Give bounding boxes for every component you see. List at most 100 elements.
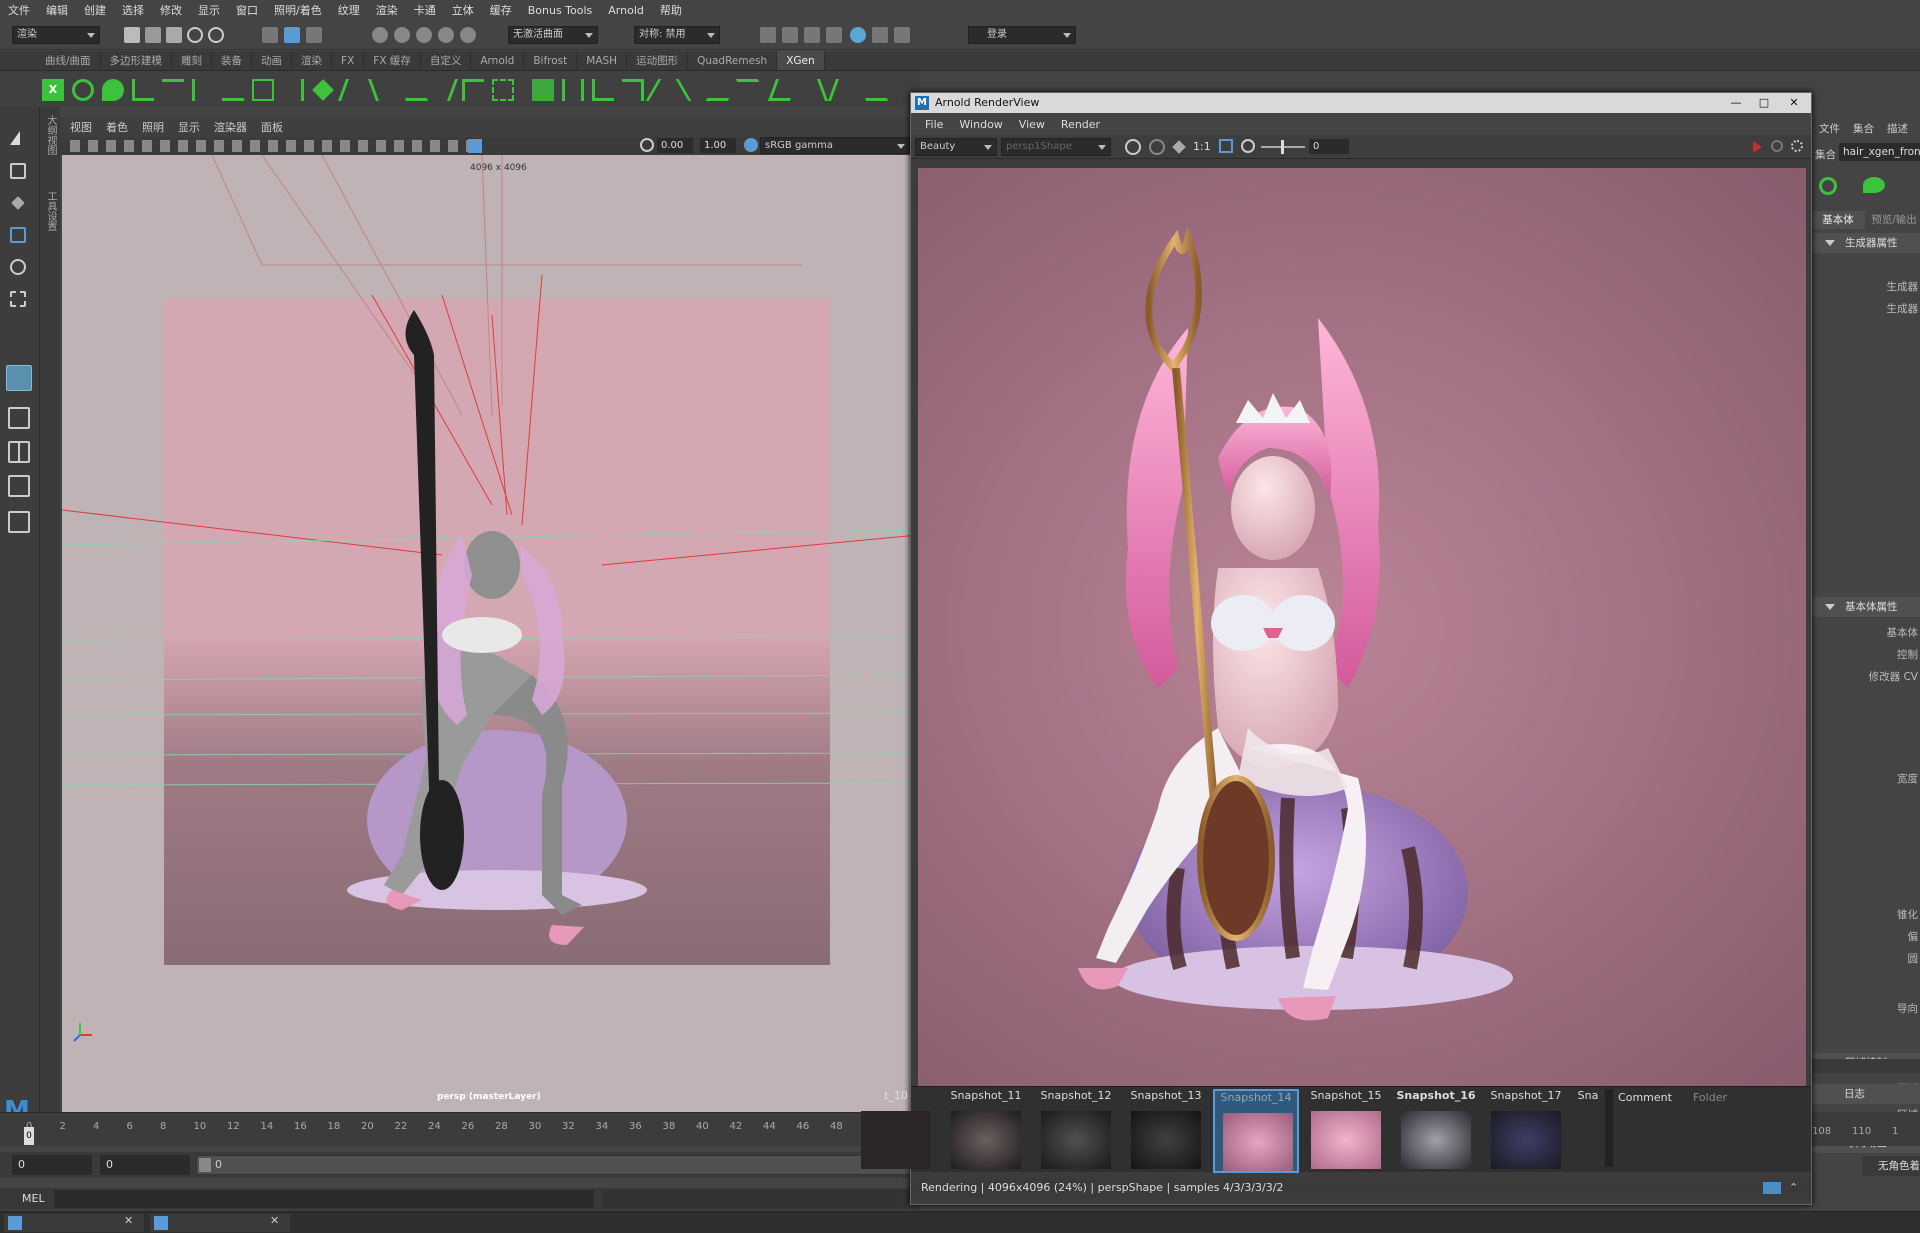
- xgen-density-icon[interactable]: [492, 79, 514, 101]
- rv-menu-view[interactable]: View: [1019, 118, 1045, 131]
- aov-dropdown[interactable]: Beauty: [915, 138, 997, 156]
- shelf-tab-fx[interactable]: FX: [332, 51, 365, 70]
- vp-menu-panels[interactable]: 面板: [261, 119, 283, 135]
- arnold-render-icon[interactable]: [850, 27, 866, 43]
- xgen-smooth-icon[interactable]: [427, 79, 459, 101]
- render-stop-icon[interactable]: [1753, 141, 1762, 153]
- snapshot-item[interactable]: Snapshot_16: [1393, 1089, 1479, 1173]
- split-view-icon[interactable]: [8, 475, 30, 497]
- xgen-tool-icon[interactable]: [6, 365, 32, 391]
- shelf-tab-arnold[interactable]: Arnold: [471, 51, 525, 70]
- vp-menu-renderer[interactable]: 渲染器: [214, 119, 247, 135]
- new-scene-icon[interactable]: [124, 27, 140, 43]
- snapshot-item[interactable]: t_10: [853, 1089, 939, 1173]
- xgen-sweep-icon[interactable]: [857, 79, 889, 101]
- vp-menu-show[interactable]: 显示: [178, 119, 200, 135]
- select-object-icon[interactable]: [284, 27, 300, 43]
- pause-icon[interactable]: [894, 27, 910, 43]
- hypershade-icon[interactable]: [826, 27, 842, 43]
- shelf-tab-animation[interactable]: 动画: [252, 51, 293, 70]
- shelf-tab-rigging[interactable]: 装备: [212, 51, 253, 70]
- redo-icon[interactable]: [208, 27, 224, 43]
- rv-menu-file[interactable]: File: [925, 118, 943, 131]
- snapshot-item[interactable]: Snapshot_11: [943, 1089, 1029, 1173]
- vp-menu-lighting[interactable]: 照明: [142, 119, 164, 135]
- move-tool-icon[interactable]: [10, 227, 26, 243]
- menu-cache[interactable]: 缓存: [490, 2, 512, 18]
- scale-tool-icon[interactable]: [10, 291, 26, 307]
- xgen-mask-icon[interactable]: [735, 79, 771, 101]
- mel-input[interactable]: [54, 1190, 594, 1208]
- rv-menu-render[interactable]: Render: [1061, 118, 1100, 131]
- snapshot-item-selected[interactable]: Snapshot_14: [1213, 1089, 1299, 1173]
- xgen-interp-icon[interactable]: [797, 79, 829, 101]
- menu-help[interactable]: 帮助: [660, 2, 682, 18]
- xgen-part-icon[interactable]: [622, 79, 644, 101]
- menu-modify[interactable]: 修改: [160, 2, 182, 18]
- tab-preview-output[interactable]: 预览/输出: [1867, 211, 1920, 229]
- save-scene-icon[interactable]: [166, 27, 182, 43]
- close-mini-icon[interactable]: ✕: [124, 1214, 133, 1227]
- pin-icon[interactable]: [1172, 140, 1186, 154]
- rv-menu-window[interactable]: Window: [959, 118, 1002, 131]
- menu-set-dropdown[interactable]: 渲染: [12, 26, 100, 44]
- character-set-field[interactable]: 无角色着: [1862, 1156, 1920, 1176]
- camera-dropdown[interactable]: persp1Shape: [1001, 138, 1111, 156]
- settings-gear-icon[interactable]: [1791, 140, 1803, 152]
- preview-eye-icon[interactable]: [1819, 177, 1837, 195]
- lasso-tool-icon[interactable]: [10, 163, 26, 179]
- four-view-icon[interactable]: [8, 441, 30, 463]
- range-handle[interactable]: [199, 1158, 211, 1172]
- snapshot-item[interactable]: Sna: [1573, 1089, 1603, 1173]
- mel-label[interactable]: MEL: [22, 1192, 45, 1205]
- vp-menu-view[interactable]: 视图: [70, 119, 92, 135]
- section-primitive[interactable]: 基本体属性: [1811, 597, 1920, 617]
- gamma-field[interactable]: 1.00: [700, 138, 736, 153]
- xgen-groom-icon[interactable]: [132, 79, 154, 101]
- playback-start-field[interactable]: 0: [100, 1155, 190, 1175]
- menu-file[interactable]: 文件: [8, 2, 30, 18]
- viewport-character[interactable]: [347, 310, 647, 945]
- render-image[interactable]: [918, 168, 1806, 1086]
- minimize-icon[interactable]: —: [1723, 93, 1749, 113]
- xgen-menu-file[interactable]: 文件: [1819, 121, 1840, 136]
- render-region-icon[interactable]: [1125, 139, 1141, 155]
- shelf-tab-fx-cache[interactable]: FX 缓存: [364, 51, 421, 70]
- paint-select-icon[interactable]: [11, 196, 25, 210]
- time-slider[interactable]: 0246810121416182022242628303234363840424…: [0, 1112, 920, 1146]
- outliner-layout-icon[interactable]: [8, 511, 30, 533]
- shelf-tab-bifrost[interactable]: Bifrost: [524, 51, 578, 70]
- crop-icon[interactable]: [1149, 139, 1165, 155]
- xgen-noise-icon[interactable]: [397, 79, 429, 101]
- single-view-icon[interactable]: [8, 407, 30, 429]
- exposure-slider[interactable]: [1261, 140, 1305, 154]
- maximize-icon[interactable]: □: [1751, 93, 1777, 113]
- snap-point-icon[interactable]: [416, 27, 432, 43]
- rotate-tool-icon[interactable]: [10, 259, 26, 275]
- shelf-tab-quadremesh[interactable]: QuadRemesh: [688, 51, 778, 70]
- xgen-comb-icon[interactable]: [282, 79, 304, 101]
- color-manage-icon[interactable]: [744, 138, 758, 152]
- menu-edit[interactable]: 编辑: [46, 2, 68, 18]
- menu-render[interactable]: 渲染: [376, 2, 398, 18]
- exposure-slider-handle[interactable]: [1281, 140, 1284, 154]
- attr-scrollbar[interactable]: [1810, 1059, 1920, 1073]
- tab-primitives[interactable]: 基本体: [1811, 211, 1865, 229]
- login-dropdown[interactable]: 登录: [968, 26, 1076, 44]
- outliner-tab[interactable]: 大纲视图: [43, 115, 58, 155]
- minimized-window-1[interactable]: ✕: [4, 1214, 144, 1232]
- xgen-layer-icon[interactable]: [312, 79, 334, 101]
- range-slider[interactable]: 0: [196, 1155, 916, 1175]
- menu-bonus-tools[interactable]: Bonus Tools: [528, 4, 593, 17]
- menu-select[interactable]: 选择: [122, 2, 144, 18]
- menu-toon[interactable]: 卡通: [414, 2, 436, 18]
- shelf-tab-rendering[interactable]: 渲染: [292, 51, 333, 70]
- symmetry-dropdown[interactable]: 对称: 禁用: [634, 26, 720, 44]
- color-space-dropdown[interactable]: sRGB gamma: [760, 137, 910, 154]
- tool-settings-tab[interactable]: 工具设置: [43, 191, 58, 231]
- close-icon[interactable]: ✕: [1781, 93, 1807, 113]
- menu-window[interactable]: 窗口: [236, 2, 258, 18]
- collection-dropdown[interactable]: hair_xgen_fron: [1839, 143, 1920, 161]
- menu-display[interactable]: 显示: [198, 2, 220, 18]
- status-toggle-icon[interactable]: [1763, 1182, 1781, 1194]
